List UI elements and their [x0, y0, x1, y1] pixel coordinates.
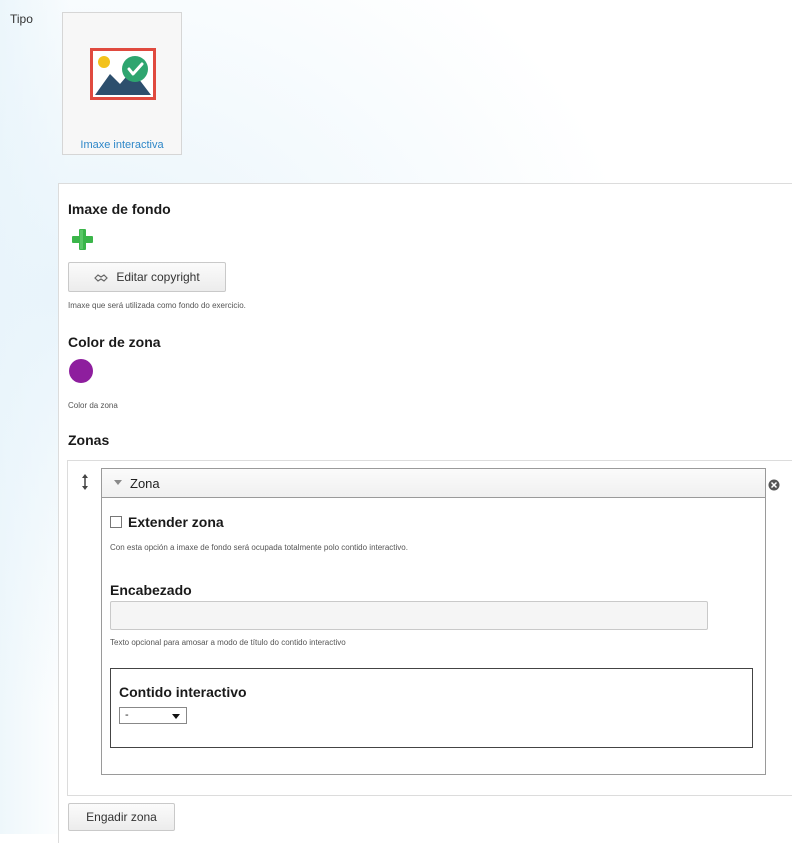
- interactive-content-title: Contido interactivo: [119, 684, 247, 700]
- add-zone-label: Engadir zona: [86, 810, 157, 824]
- extend-zone-label: Extender zona: [128, 514, 224, 530]
- heading-description: Texto opcional para amosar a modo de tít…: [110, 638, 346, 647]
- interactive-content-box: [110, 668, 753, 748]
- extend-zone-description: Con esta opción a imaxe de fondo será oc…: [110, 543, 408, 552]
- heading-title: Encabezado: [110, 582, 192, 598]
- background-image-description: Imaxe que será utilizada como fondo do e…: [68, 301, 246, 310]
- editor-form: Tipo Imaxe interactiva Imaxe de fondo Ed…: [0, 0, 792, 843]
- zone-color-title: Color de zona: [68, 334, 161, 350]
- drag-handle-icon[interactable]: [81, 474, 89, 493]
- zone-header-label: Zona: [130, 476, 160, 491]
- type-card-interactive-image[interactable]: Imaxe interactiva: [62, 12, 182, 155]
- edit-copyright-button[interactable]: Editar copyright: [68, 262, 226, 292]
- close-circle-icon[interactable]: [768, 478, 780, 491]
- plus-icon[interactable]: [70, 227, 94, 251]
- zones-title: Zonas: [68, 432, 110, 448]
- extend-zone-checkbox[interactable]: [110, 516, 122, 528]
- zone-color-swatch[interactable]: [69, 359, 93, 383]
- add-zone-button[interactable]: Engadir zona: [68, 803, 175, 831]
- tipo-label: Tipo: [10, 12, 33, 26]
- image-check-icon: [89, 47, 157, 105]
- heading-input[interactable]: [110, 601, 708, 630]
- caret-down-icon: [114, 480, 122, 485]
- handshake-icon: [94, 272, 109, 282]
- background-image-title: Imaxe de fondo: [68, 201, 171, 217]
- interactive-content-select[interactable]: -: [119, 707, 187, 724]
- interactive-content-selected: -: [125, 709, 129, 721]
- zone-color-description: Color da zona: [68, 401, 118, 410]
- edit-copyright-label: Editar copyright: [116, 270, 200, 284]
- dropdown-arrow-icon: [172, 714, 180, 719]
- zone-header[interactable]: Zona: [102, 469, 765, 498]
- type-card-label: Imaxe interactiva: [80, 139, 164, 151]
